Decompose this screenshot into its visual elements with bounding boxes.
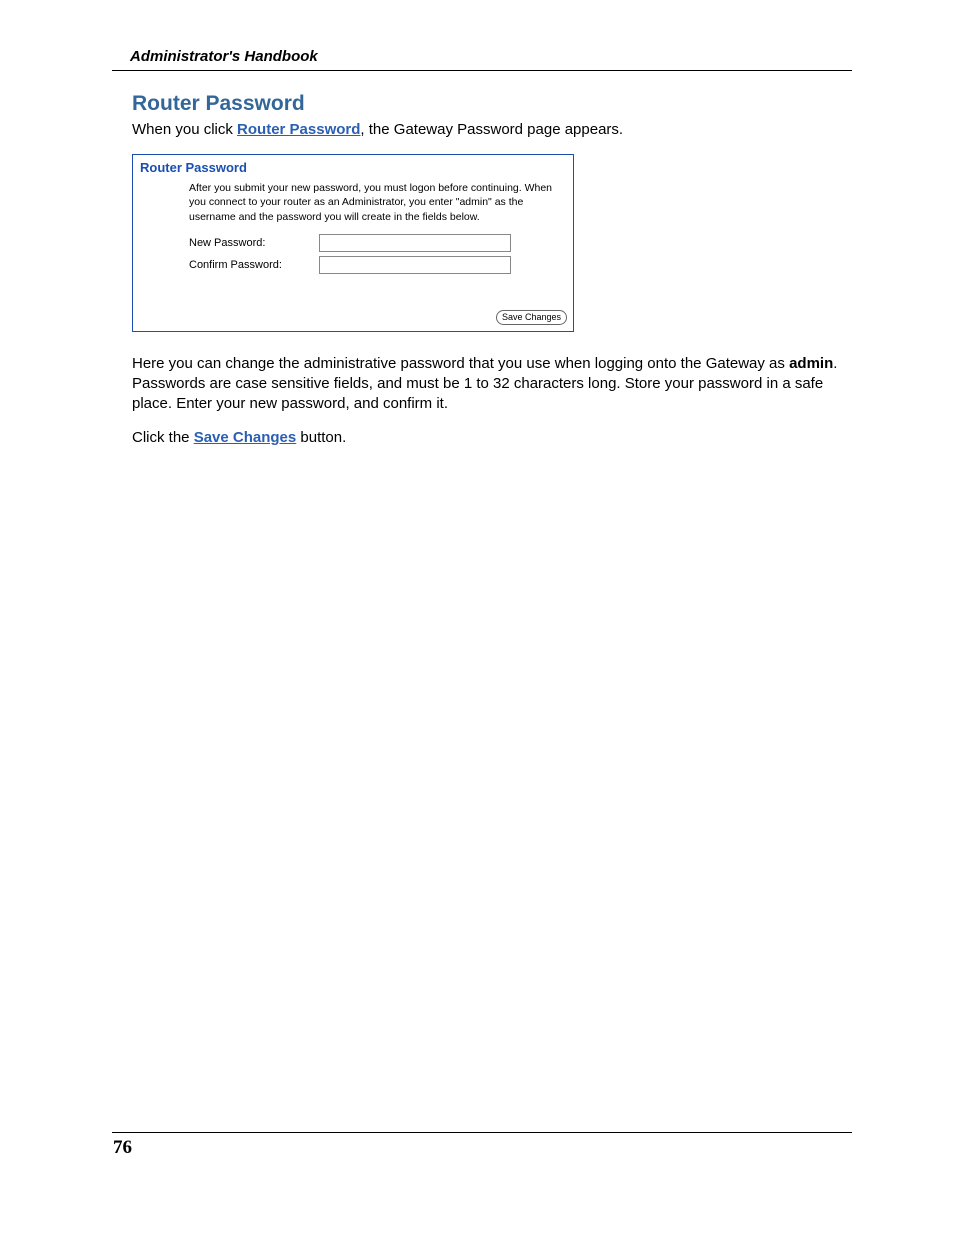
router-password-panel: Router Password After you submit your ne… [132, 154, 574, 331]
click-pre: Click the [132, 429, 194, 446]
description-paragraph: Here you can change the administrative p… [132, 354, 850, 415]
intro-post: , the Gateway Password page appears. [360, 121, 623, 138]
running-head: Administrator's Handbook [130, 48, 318, 65]
confirm-password-label: Confirm Password: [189, 259, 319, 271]
confirm-password-row: Confirm Password: [189, 256, 561, 274]
router-password-link[interactable]: Router Password [237, 121, 360, 138]
footer-rule [112, 1132, 852, 1133]
new-password-row: New Password: [189, 234, 561, 252]
click-post: button. [296, 429, 346, 446]
confirm-password-input[interactable] [319, 256, 511, 274]
header-rule [112, 70, 852, 71]
desc-bold-admin: admin [789, 355, 833, 372]
desc-pre: Here you can change the administrative p… [132, 355, 789, 372]
panel-instructions: After you submit your new password, you … [189, 181, 561, 224]
new-password-label: New Password: [189, 237, 319, 249]
intro-pre: When you click [132, 121, 237, 138]
section-title: Router Password [132, 92, 850, 116]
save-changes-button[interactable]: Save Changes [496, 310, 567, 325]
save-changes-link[interactable]: Save Changes [194, 429, 297, 446]
click-save-paragraph: Click the Save Changes button. [132, 428, 850, 448]
intro-paragraph: When you click Router Password, the Gate… [132, 120, 850, 140]
panel-title: Router Password [133, 155, 573, 181]
new-password-input[interactable] [319, 234, 511, 252]
page-number: 76 [113, 1137, 132, 1159]
